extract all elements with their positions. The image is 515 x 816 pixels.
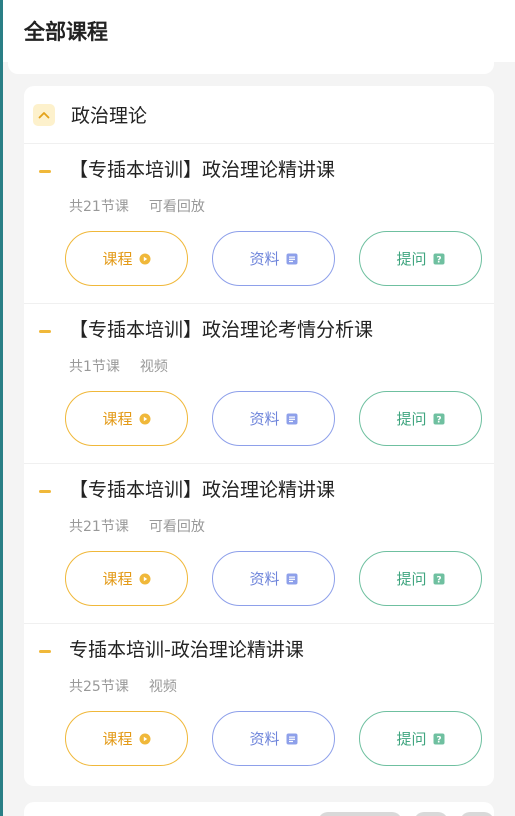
document-icon [286,253,298,265]
course-button-label: 课程 [102,250,133,268]
ask-button[interactable]: 提问 ? [359,231,482,286]
material-button-label: 资料 [249,410,280,428]
dash-marker [39,650,51,653]
material-button-label: 资料 [249,570,280,588]
course-type: 可看回放 [148,519,205,535]
course-title[interactable]: 【专插本培训】政治理论考情分析课 [69,315,373,342]
question-icon: ? [433,253,445,265]
material-button[interactable]: 资料 [212,231,335,286]
section-header[interactable]: 政治理论 [24,86,494,144]
play-icon [139,413,151,425]
left-edge-strip [0,0,3,816]
lesson-count: 共21节课 [69,199,129,215]
question-icon: ? [433,733,445,745]
course-meta: 共21节课 可看回放 [69,196,205,216]
section-title: 政治理论 [71,105,148,127]
document-icon [286,733,298,745]
course-actions: 课程 资料 提问 ? [65,231,482,286]
course-actions: 课程 资料 提问 ? [65,711,482,766]
question-icon: ? [433,573,445,585]
course-button-label: 课程 [102,730,133,748]
course-meta: 共25节课 视频 [69,676,177,696]
course-title[interactable]: 专插本培训-政治理论精讲课 [69,635,304,662]
document-icon [286,573,298,585]
course-actions: 课程 资料 提问 ? [65,391,482,446]
course-type: 可看回放 [148,199,205,215]
ask-button[interactable]: 提问 ? [359,551,482,606]
course-button[interactable]: 课程 [65,711,188,766]
course-actions: 课程 资料 提问 ? [65,551,482,606]
ask-button-label: 提问 [396,570,427,588]
floating-control-pill[interactable] [318,812,402,816]
course-button-label: 课程 [102,570,133,588]
course-button[interactable]: 课程 [65,551,188,606]
page-title: 全部课程 [24,20,108,44]
ask-button[interactable]: 提问 ? [359,391,482,446]
svg-text:?: ? [436,735,441,745]
play-icon [139,733,151,745]
course-button[interactable]: 课程 [65,391,188,446]
document-icon [286,413,298,425]
floating-control-button[interactable] [414,812,448,816]
material-button-label: 资料 [249,730,280,748]
course-type: 视频 [148,679,177,695]
lesson-count: 共1节课 [69,359,120,375]
material-button[interactable]: 资料 [212,711,335,766]
previous-section-card [8,52,494,74]
play-icon [139,253,151,265]
dash-marker [39,490,51,493]
course-item: 【专插本培训】政治理论考情分析课 共1节课 视频 课程 资料 提问 ? [24,304,494,464]
material-button-label: 资料 [249,250,280,268]
svg-text:?: ? [436,575,441,585]
material-button[interactable]: 资料 [212,391,335,446]
course-title[interactable]: 【专插本培训】政治理论精讲课 [69,155,335,182]
lesson-count: 共25节课 [69,679,129,695]
dash-marker [39,330,51,333]
course-button-label: 课程 [102,410,133,428]
lesson-count: 共21节课 [69,519,129,535]
course-item: 【专插本培训】政治理论精讲课 共21节课 可看回放 课程 资料 提问 ? [24,144,494,304]
ask-button-label: 提问 [396,410,427,428]
floating-control-button[interactable] [460,812,494,816]
course-meta: 共1节课 视频 [69,356,168,376]
ask-button-label: 提问 [396,250,427,268]
chevron-up-icon[interactable] [33,103,55,126]
course-item: 专插本培训-政治理论精讲课 共25节课 视频 课程 资料 提问 ? [24,624,494,784]
course-title[interactable]: 【专插本培训】政治理论精讲课 [69,475,335,502]
dash-marker [39,170,51,173]
course-meta: 共21节课 可看回放 [69,516,205,536]
play-icon [139,573,151,585]
course-item: 【专插本培训】政治理论精讲课 共21节课 可看回放 课程 资料 提问 ? [24,464,494,624]
svg-text:?: ? [436,255,441,265]
ask-button-label: 提问 [396,730,427,748]
question-icon: ? [433,413,445,425]
course-type: 视频 [139,359,168,375]
course-button[interactable]: 课程 [65,231,188,286]
ask-button[interactable]: 提问 ? [359,711,482,766]
section-card-politics: 政治理论 【专插本培训】政治理论精讲课 共21节课 可看回放 课程 资料 提问 … [24,86,494,786]
svg-text:?: ? [436,415,441,425]
material-button[interactable]: 资料 [212,551,335,606]
